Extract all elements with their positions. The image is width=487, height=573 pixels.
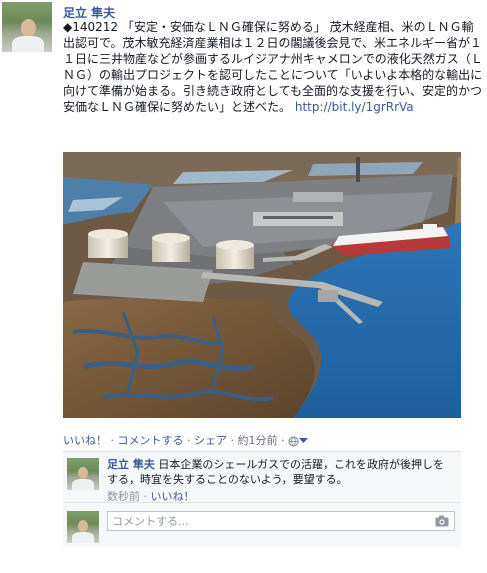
action-separator: · — [227, 434, 238, 447]
avatar-face — [78, 467, 88, 479]
globe-icon[interactable] — [288, 435, 299, 447]
comment-link[interactable]: コメントする — [118, 434, 184, 447]
post-photo[interactable] — [63, 152, 461, 418]
avatar-shirt — [12, 36, 44, 52]
comment-author-name[interactable]: 足立 隼夫 — [107, 458, 155, 471]
post-text-line-1: ◆140212 「安定・安価なＬＮＧ確保に努める」 茂木経産相、米のＬＮ — [63, 20, 450, 34]
action-separator: · — [277, 434, 288, 447]
camera-icon[interactable] — [435, 515, 449, 527]
post-text: ◆140212 「安定・安価なＬＮＧ確保に努める」 茂木経産相、米のＬＮＧ輸出認… — [63, 19, 483, 115]
post-action-bar: いいね！ · コメントする · シェア · 約1分前 · — [63, 432, 463, 448]
action-separator: · — [183, 434, 194, 447]
like-link[interactable]: いいね！ — [63, 434, 107, 447]
lng-terminal-aerial-photo — [63, 152, 461, 418]
avatar-face — [78, 520, 88, 532]
divider — [63, 502, 461, 503]
post-text-last: た。 — [267, 100, 292, 114]
comment-text: 日本企業のシェールガスでの活躍，これを政府が後押しをする，時宜を失することのない… — [107, 458, 445, 486]
post-link[interactable]: http://bit.ly/1grRrVa — [295, 100, 414, 114]
avatar-face — [21, 19, 36, 37]
comment-author-avatar[interactable] — [67, 458, 99, 490]
comment-body: 足立 隼夫 日本企業のシェールガスでの活躍，これを政府が後押しをする，時宜を失す… — [107, 457, 452, 487]
avatar-shirt — [72, 532, 94, 543]
comments-box: 足立 隼夫 日本企業のシェールガスでの活躍，これを政府が後押しをする，時宜を失す… — [63, 451, 461, 547]
post-timestamp[interactable]: 約1分前 — [238, 434, 278, 447]
author-avatar[interactable] — [2, 2, 52, 52]
share-link[interactable]: シェア — [194, 434, 227, 447]
avatar-shirt — [72, 479, 94, 490]
composer-avatar — [67, 511, 99, 543]
action-separator: · — [107, 434, 118, 447]
chevron-down-icon[interactable] — [299, 438, 308, 444]
comment-input[interactable] — [107, 511, 455, 531]
